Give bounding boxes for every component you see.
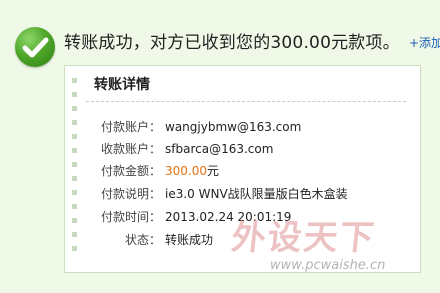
watermark-url: www.pcwaishe.cn — [270, 258, 386, 273]
detail-row-status: 状态： 转账成功 — [86, 231, 213, 249]
row-label: 付款账户： — [100, 120, 161, 134]
row-label: 付款时间： — [100, 210, 161, 224]
detail-row-payee: 收款账户： sfbarca@163.com — [86, 140, 273, 158]
success-headline: 转账成功，对方已收到您的300.00元款项。 — [64, 33, 400, 53]
detail-row-note: 付款说明： ie3.0 WNV战队限量版白色木盒装 — [86, 185, 348, 203]
amount-value: 300.00 — [165, 164, 207, 178]
add-link[interactable]: +添加 — [409, 34, 440, 51]
row-label: 付款金额： — [100, 164, 161, 178]
row-label: 状态： — [124, 233, 161, 247]
divider — [86, 101, 406, 102]
check-circle-icon — [15, 27, 55, 67]
detail-row-payer: 付款账户： wangjybmw@163.com — [86, 118, 301, 136]
row-value: wangjybmw@163.com — [165, 120, 302, 134]
detail-row-amount: 付款金额： 300.00元 — [86, 162, 219, 180]
watermark-logo: 外设天下 — [229, 218, 378, 258]
row-value: ie3.0 WNV战队限量版白色木盒装 — [165, 187, 348, 201]
row-value: 转账成功 — [165, 233, 214, 247]
amount-unit: 元 — [207, 164, 220, 178]
row-value: sfbarca@163.com — [165, 142, 274, 156]
panel-title: 转账详情 — [94, 77, 150, 93]
decorative-dots — [72, 78, 80, 268]
row-value: 300.00元 — [165, 162, 219, 179]
row-label: 付款说明： — [100, 187, 161, 201]
row-label: 收款账户： — [100, 142, 161, 156]
